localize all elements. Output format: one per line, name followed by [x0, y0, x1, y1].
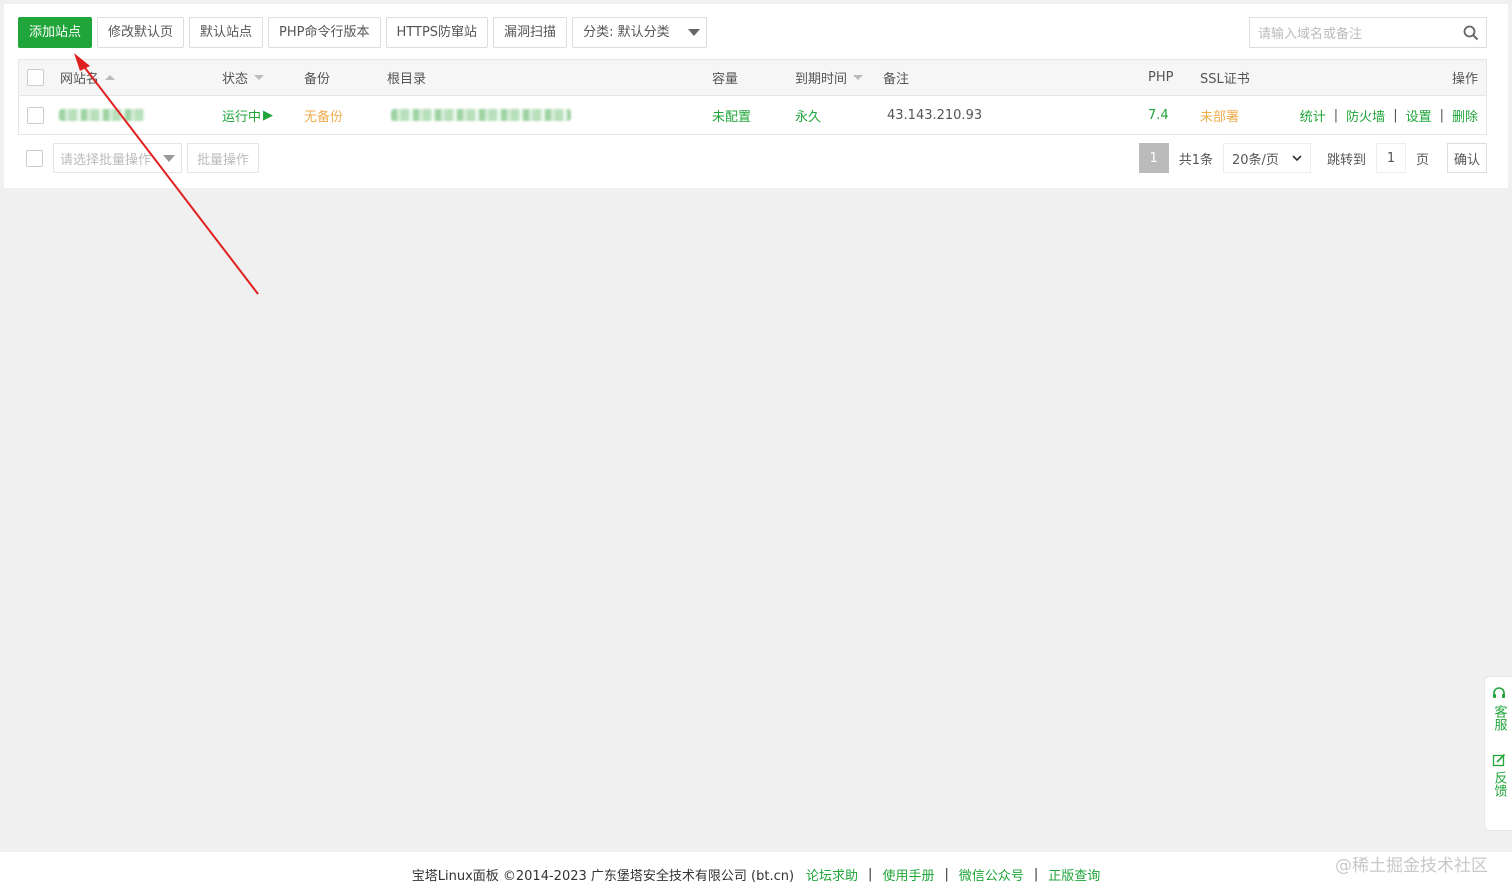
table-footer: 请选择批量操作 批量操作 1 共1条 20条/页 跳转到 1 页 确认 — [18, 143, 1487, 173]
table-row: 运行中 ▶ 无备份 未配置 永久 43.143.210.93 7.4 未部署 统计… — [19, 96, 1486, 134]
per-page-select[interactable]: 20条/页 — [1222, 143, 1311, 173]
sort-desc-icon — [853, 75, 864, 80]
backup-link[interactable]: 无备份 — [304, 96, 343, 134]
header-backup: 备份 — [304, 72, 331, 87]
jump-page-input[interactable]: 1 — [1375, 143, 1406, 173]
header-root: 根目录 — [387, 72, 427, 87]
root-path-blurred — [391, 109, 571, 121]
wechat-link[interactable]: 微信公众号 — [959, 865, 1024, 884]
forum-link[interactable]: 论坛求助 — [806, 865, 858, 884]
select-all-checkbox[interactable] — [27, 69, 44, 86]
header-expire[interactable]: 到期时间 — [795, 60, 864, 95]
service-label: 客服 — [1491, 705, 1507, 731]
play-icon: ▶ — [263, 107, 274, 123]
per-page-value: 20条/页 — [1231, 152, 1279, 168]
jump-label: 跳转到 — [1326, 152, 1366, 168]
separator: | — [1033, 866, 1039, 882]
add-site-button[interactable]: 添加站点 — [18, 17, 93, 48]
note-field[interactable]: 43.143.210.93 — [887, 96, 982, 134]
header-php: PHP — [1148, 70, 1174, 85]
delete-link[interactable]: 删除 — [1452, 106, 1478, 125]
search-placeholder: 请输入域名或备注 — [1258, 27, 1363, 42]
search-input[interactable]: 请输入域名或备注 — [1249, 17, 1487, 48]
expire-link[interactable]: 永久 — [795, 96, 821, 134]
chevron-down-icon — [163, 154, 175, 162]
pagination: 1 共1条 20条/页 跳转到 1 页 确认 — [1138, 143, 1487, 173]
header-capacity: 容量 — [712, 72, 739, 87]
customer-service-button[interactable]: 客服 — [1491, 687, 1507, 731]
sort-asc-icon — [105, 75, 116, 80]
chevron-down-icon — [1292, 154, 1302, 161]
header-site[interactable]: 网站名 — [60, 60, 116, 95]
headset-icon — [1492, 687, 1505, 698]
category-select[interactable]: 分类: 默认分类 — [572, 17, 708, 48]
page-unit-label: 页 — [1415, 152, 1429, 168]
manual-link[interactable]: 使用手册 — [882, 865, 934, 884]
separator: | — [1393, 107, 1398, 123]
batch-action-select[interactable]: 请选择批量操作 — [53, 143, 182, 173]
site-panel: 添加站点 修改默认页 默认站点 PHP命令行版本 HTTPS防窜站 漏洞扫描 分… — [4, 4, 1508, 188]
status-toggle[interactable]: 运行中 ▶ — [222, 96, 273, 134]
header-ssl: SSL证书 — [1200, 72, 1250, 87]
row-checkbox[interactable] — [27, 106, 44, 124]
category-select-label: 分类: 默认分类 — [583, 25, 670, 40]
batch-select-placeholder: 请选择批量操作 — [60, 152, 152, 168]
edit-icon — [1492, 753, 1505, 767]
header-note: 备注 — [883, 72, 910, 87]
jump-confirm-button[interactable]: 确认 — [1447, 143, 1487, 173]
side-float-panel: 客服 反馈 — [1484, 676, 1512, 831]
firewall-link[interactable]: 防火墙 — [1346, 106, 1385, 125]
license-check-link[interactable]: 正版查询 — [1048, 865, 1100, 884]
header-status[interactable]: 状态 — [222, 60, 265, 95]
https-anti-hijack-button[interactable]: HTTPS防窜站 — [385, 17, 489, 48]
capacity-link[interactable]: 未配置 — [712, 96, 751, 134]
vuln-scan-button[interactable]: 漏洞扫描 — [493, 17, 568, 48]
separator: | — [944, 866, 949, 882]
separator: | — [868, 866, 873, 882]
separator: | — [1333, 107, 1339, 123]
table-header: 网站名 状态 备份 根目录 容量 到期时间 备注 PHP SSL证书 操作 — [19, 60, 1486, 96]
site-name-blurred — [59, 109, 145, 121]
toolbar: 添加站点 修改默认页 默认站点 PHP命令行版本 HTTPS防窜站 漏洞扫描 分… — [18, 17, 708, 48]
page-current[interactable]: 1 — [1138, 143, 1169, 173]
stats-link[interactable]: 统计 — [1300, 106, 1326, 125]
chevron-down-icon — [688, 29, 701, 36]
watermark: @稀土掘金技术社区 — [1335, 856, 1488, 876]
edit-default-page-button[interactable]: 修改默认页 — [97, 17, 185, 48]
root-path-link[interactable] — [391, 96, 571, 134]
feedback-label: 反馈 — [1491, 771, 1507, 797]
sites-table: 网站名 状态 备份 根目录 容量 到期时间 备注 PHP SSL证书 操作 运行… — [18, 59, 1487, 135]
row-operations: 统计 | 防火墙 | 设置 | 删除 — [1300, 96, 1478, 134]
copyright-text: 宝塔Linux面板 ©2014-2023 广东堡塔安全技术有限公司 (bt.cn… — [411, 868, 795, 884]
search-icon[interactable] — [1456, 18, 1486, 47]
site-name-link[interactable] — [59, 96, 145, 134]
settings-link[interactable]: 设置 — [1406, 106, 1432, 125]
total-count: 共1条 — [1178, 152, 1213, 168]
default-site-button[interactable]: 默认站点 — [189, 17, 264, 48]
php-version-link[interactable]: 7.4 — [1148, 96, 1169, 134]
footer: 宝塔Linux面板 ©2014-2023 广东堡塔安全技术有限公司 (bt.cn… — [0, 852, 1512, 896]
php-cli-version-button[interactable]: PHP命令行版本 — [268, 17, 381, 48]
separator: | — [1439, 107, 1444, 123]
sort-desc-icon — [254, 75, 265, 80]
feedback-button[interactable]: 反馈 — [1491, 753, 1507, 797]
ssl-link[interactable]: 未部署 — [1200, 96, 1239, 134]
batch-select-all-checkbox[interactable] — [26, 149, 43, 167]
header-ops: 操作 — [1451, 72, 1478, 87]
batch-action-button[interactable]: 批量操作 — [187, 143, 259, 173]
